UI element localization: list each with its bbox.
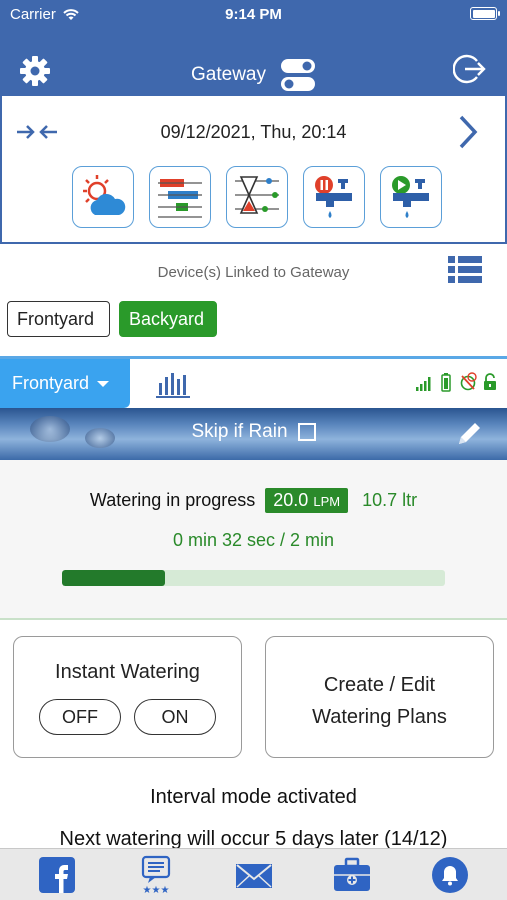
- instant-off-button[interactable]: OFF: [39, 699, 121, 735]
- flow-rate-badge: 20.0 LPM: [265, 488, 349, 513]
- watering-status: Watering in progress: [89, 490, 256, 510]
- tap-play-button[interactable]: [380, 166, 442, 228]
- reviews-icon[interactable]: ★★★: [136, 855, 176, 895]
- facebook-icon[interactable]: [37, 855, 77, 895]
- instant-on-button[interactable]: ON: [134, 699, 216, 735]
- instant-watering-title: Instant Watering: [55, 661, 200, 683]
- datetime-label: 09/12/2021, Thu, 20:14: [160, 122, 347, 142]
- list-icon[interactable]: [448, 256, 482, 284]
- alarm-off-icon: [460, 372, 477, 391]
- battery-level-icon: [441, 373, 451, 392]
- nav-title-group: Gateway: [0, 58, 507, 92]
- navbar: Gateway: [0, 44, 507, 96]
- timer-button[interactable]: [226, 166, 288, 228]
- mail-icon[interactable]: [234, 855, 274, 895]
- page-title: Gateway: [191, 64, 266, 85]
- flow-rate-unit: LPM: [313, 494, 341, 509]
- app-header: Carrier 9:14 PM Gateway: [0, 0, 507, 96]
- schedule-icon: [158, 179, 202, 218]
- bar-chart-icon[interactable]: [155, 369, 191, 399]
- chevron-down-icon: [97, 380, 110, 387]
- schedule-button[interactable]: [149, 166, 211, 228]
- device-status-icons: [415, 372, 499, 392]
- watering-plans-line1: Create / Edit: [323, 674, 436, 696]
- bottom-tab-bar: ★★★: [0, 848, 507, 900]
- date-panel: 09/12/2021, Thu, 20:14: [0, 96, 507, 244]
- device-dropdown-label: Frontyard: [12, 373, 90, 393]
- tap-play-icon: [392, 176, 429, 218]
- weather-icon: [83, 175, 126, 215]
- skip-if-rain-toggle[interactable]: Skip if Rain: [0, 421, 507, 443]
- device-tab-row: Frontyard: [0, 356, 507, 408]
- chevron-right-icon[interactable]: [457, 114, 479, 150]
- status-time: 9:14 PM: [225, 6, 282, 23]
- battery-icon: [470, 7, 500, 20]
- flow-rate-value: 20.0: [273, 490, 309, 510]
- devices-label: Device(s) Linked to Gateway: [157, 264, 350, 281]
- svg-text:★★★: ★★★: [143, 885, 170, 895]
- watering-plans-label: Create / Edit Watering Plans: [266, 669, 493, 733]
- watering-plans-line2: Watering Plans: [312, 706, 447, 728]
- weather-button[interactable]: [72, 166, 134, 228]
- device-backyard-button[interactable]: Backyard: [119, 301, 217, 337]
- skip-if-rain-label: Skip if Rain: [191, 421, 288, 442]
- interval-mode-message: Interval mode activated: [150, 786, 357, 808]
- skip-rain-banner: Skip if Rain: [0, 408, 507, 460]
- status-bar: Carrier 9:14 PM: [0, 0, 507, 30]
- tap-pause-icon: [315, 176, 352, 218]
- device-frontyard-button[interactable]: Frontyard: [7, 301, 110, 337]
- watering-status-row: Watering in progress 20.0 LPM 10.7 ltr: [0, 488, 507, 513]
- notification-bell-icon[interactable]: [430, 855, 470, 895]
- timer-icon: [235, 176, 279, 214]
- pencil-icon[interactable]: [455, 418, 485, 448]
- toggle-icon[interactable]: [280, 58, 316, 92]
- signal-icon: [416, 377, 431, 391]
- logout-icon[interactable]: [453, 52, 487, 86]
- unlock-icon: [484, 373, 496, 390]
- device-dropdown[interactable]: Frontyard: [0, 359, 130, 408]
- tap-pause-button[interactable]: [303, 166, 365, 228]
- tool-buttons: [72, 166, 442, 228]
- watering-progress-fill: [62, 570, 166, 586]
- water-volume: 10.7 ltr: [362, 490, 418, 510]
- watering-plans-card[interactable]: Create / Edit Watering Plans: [265, 636, 494, 758]
- toolbox-icon[interactable]: [332, 855, 372, 895]
- watering-progress-panel: Watering in progress 20.0 LPM 10.7 ltr 0…: [0, 460, 507, 620]
- instant-watering-card: Instant Watering OFF ON: [13, 636, 242, 758]
- watering-timer: 0 min 32 sec / 2 min: [172, 530, 335, 550]
- watering-progress-bar: [62, 570, 445, 586]
- skip-if-rain-checkbox[interactable]: [297, 423, 316, 441]
